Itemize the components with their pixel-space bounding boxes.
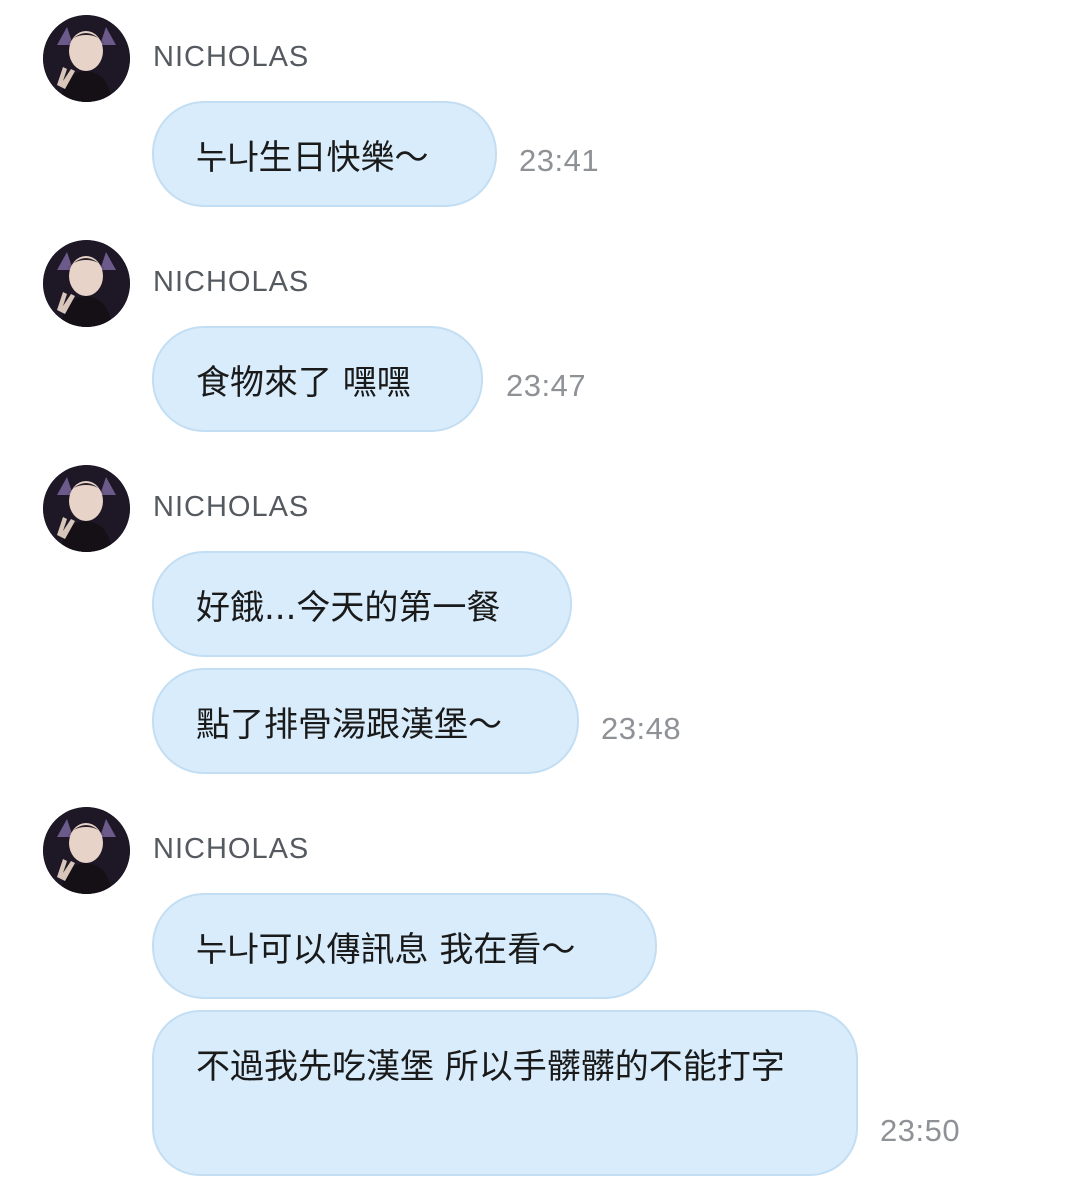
sender-name: NICHOLAS (153, 266, 310, 298)
avatar-photo-icon (43, 240, 130, 327)
message-bubble[interactable]: 食物來了 嘿嘿 (152, 326, 483, 432)
avatar[interactable] (43, 807, 130, 894)
chat-thread: NICHOLAS 누나生日快樂～ 23:41 NICHOLAS 食物來了 嘿嘿 … (0, 0, 1091, 1200)
sender-name: NICHOLAS (153, 833, 310, 865)
message-timestamp: 23:41 (519, 143, 600, 178)
message-timestamp: 23:48 (601, 711, 682, 746)
avatar[interactable] (43, 15, 130, 102)
message-timestamp: 23:50 (880, 1113, 961, 1148)
avatar-photo-icon (43, 15, 130, 102)
avatar[interactable] (43, 465, 130, 552)
message-bubble[interactable]: 好餓...今天的第一餐 (152, 551, 572, 657)
sender-name: NICHOLAS (153, 41, 310, 73)
message-timestamp: 23:47 (506, 368, 587, 403)
message-bubble[interactable]: 누나生日快樂～ (152, 101, 497, 207)
sender-name: NICHOLAS (153, 491, 310, 523)
message-bubble[interactable]: 點了排骨湯跟漢堡～ (152, 668, 579, 774)
message-bubble[interactable]: 不過我先吃漢堡 所以手髒髒的不能打字 (152, 1010, 858, 1176)
avatar-photo-icon (43, 465, 130, 552)
avatar[interactable] (43, 240, 130, 327)
message-bubble[interactable]: 누나可以傳訊息 我在看～ (152, 893, 657, 999)
avatar-photo-icon (43, 807, 130, 894)
